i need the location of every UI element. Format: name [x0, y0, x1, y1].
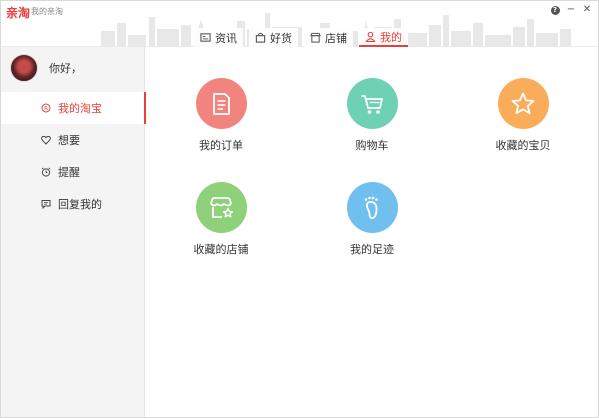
feature-circle — [346, 78, 398, 129]
shopping-cart-button[interactable]: 购物车 — [322, 78, 422, 153]
feature-label: 购物车 — [355, 139, 389, 152]
feature-circle — [195, 78, 247, 129]
favorite-stores-button[interactable]: 收藏的店铺 — [171, 182, 271, 257]
my-footprints-button[interactable]: 我的足迹 — [322, 182, 422, 257]
tab-label: 店铺 — [325, 31, 347, 45]
taobao-icon: R — [41, 103, 51, 113]
minimize-button[interactable]: − — [564, 3, 578, 17]
close-icon: ✕ — [582, 4, 592, 15]
main-content: 我的订单 购物车 收藏的宝贝 收藏的店铺 我的足迹 — [146, 47, 598, 417]
feature-circle — [497, 78, 549, 129]
close-button[interactable]: ✕ — [580, 3, 594, 17]
feature-label: 我的足迹 — [350, 243, 394, 256]
main-tabs: 资讯 好货 店铺 我的 — [194, 28, 414, 47]
feature-circle — [195, 182, 247, 233]
news-icon — [200, 33, 211, 42]
feature-label: 我的订单 — [199, 139, 243, 152]
title-bar[interactable]: 亲淘 我的亲淘 ? − ✕ 资讯 好货 店铺 我的 — [1, 1, 598, 47]
tab-label: 好货 — [270, 31, 292, 45]
sidebar-item-label: 回复我的 — [58, 198, 102, 211]
star-icon — [511, 92, 535, 114]
footprint-icon — [364, 196, 378, 219]
feature-circle — [346, 182, 398, 233]
feature-label: 收藏的宝贝 — [495, 139, 551, 152]
store-icon — [310, 32, 321, 43]
window-title: 我的亲淘 — [31, 7, 63, 16]
favorite-items-button[interactable]: 收藏的宝贝 — [473, 78, 573, 153]
svg-text:R: R — [44, 106, 48, 112]
sidebar-item-label: 我的淘宝 — [58, 102, 102, 115]
tab-label: 资讯 — [215, 31, 237, 45]
heart-icon — [41, 135, 51, 145]
minimize-icon: − — [566, 4, 576, 15]
tab-mine[interactable]: 我的 — [359, 28, 408, 47]
user-profile: 你好， — [10, 54, 82, 82]
app-logo: 亲淘 — [6, 6, 31, 20]
shop-star-icon — [210, 196, 234, 218]
sidebar-item-label: 提醒 — [58, 166, 80, 179]
comment-icon — [41, 200, 51, 209]
window-controls: ? − ✕ — [548, 3, 594, 17]
greeting-text: 你好， — [49, 62, 82, 75]
my-orders-button[interactable]: 我的订单 — [171, 78, 271, 153]
person-icon — [365, 31, 376, 42]
sidebar-item-reminder[interactable]: 提醒 — [1, 156, 145, 188]
tab-stores[interactable]: 店铺 — [304, 28, 353, 47]
sidebar-menu: R 我的淘宝 想要 提醒 回复我的 — [1, 92, 146, 220]
sidebar: 你好， R 我的淘宝 想要 提醒 回复我的 — [1, 47, 146, 417]
feature-label: 收藏的店铺 — [193, 243, 249, 256]
alarm-icon — [41, 167, 51, 177]
order-icon — [213, 92, 230, 115]
tab-goods[interactable]: 好货 — [249, 28, 298, 47]
sidebar-item-my-taobao[interactable]: R 我的淘宝 — [1, 92, 146, 124]
sidebar-item-label: 想要 — [58, 134, 80, 147]
cart-icon — [361, 94, 383, 114]
help-icon: ? — [550, 5, 560, 15]
help-button[interactable]: ? — [548, 3, 562, 17]
sidebar-item-wish[interactable]: 想要 — [1, 124, 145, 156]
bag-icon — [255, 32, 266, 43]
tab-label: 我的 — [380, 30, 402, 44]
avatar[interactable] — [10, 54, 38, 82]
tab-news[interactable]: 资讯 — [194, 28, 243, 47]
sidebar-item-replies[interactable]: 回复我的 — [1, 188, 145, 220]
app-window: 亲淘 我的亲淘 ? − ✕ 资讯 好货 店铺 我的 你好， R 我的淘宝 想要 … — [0, 0, 599, 418]
